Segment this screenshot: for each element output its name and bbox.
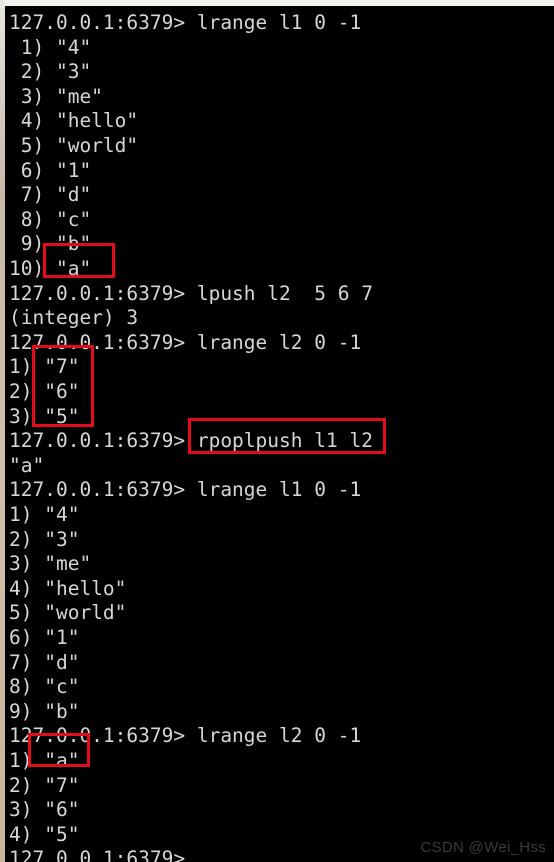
terminal-line: 127.0.0.1:6379> lrange l2 0 -1 xyxy=(9,330,362,354)
terminal-line: 7) "d" xyxy=(9,183,92,207)
terminal-line: 3) "5" xyxy=(9,404,80,428)
terminal-line: 1) "a" xyxy=(9,749,80,772)
terminal-line: 9) "b" xyxy=(9,232,92,256)
terminal-line: 127.0.0.1:6379> lrange l1 0 -1 xyxy=(9,11,362,34)
terminal-line: 2) "7" xyxy=(9,773,80,797)
terminal-line: (integer) 3 xyxy=(9,306,139,330)
terminal-line: 127.0.0.1:6379> lrange l2 0 -1 xyxy=(9,724,362,748)
terminal-line: 8) "c" xyxy=(9,675,80,699)
terminal-line: 2) "3" xyxy=(9,60,92,84)
terminal-line: 2) "6" xyxy=(9,380,80,403)
terminal-line: 6) "1" xyxy=(9,158,92,182)
terminal-line: 127.0.0.1:6379> lpush l2 5 6 7 xyxy=(9,281,373,305)
terminal-line: 1) "4" xyxy=(9,35,92,59)
redis-cli-terminal[interactable]: 127.0.0.1:6379> lrange l1 0 -1 1) "4" 2)… xyxy=(5,6,554,862)
screenshot-root: 127.0.0.1:6379> lrange l1 0 -1 1) "4" 2)… xyxy=(0,0,554,862)
terminal-line: 3) "me" xyxy=(9,84,103,108)
terminal-line: 8) "c" xyxy=(9,207,92,231)
terminal-line: 1) "4" xyxy=(9,503,80,526)
terminal-line: 127.0.0.1:6379> xyxy=(9,847,186,862)
terminal-line: "a" xyxy=(9,453,45,477)
terminal-line: 6) "1" xyxy=(9,626,80,649)
terminal-line: 7) "d" xyxy=(9,650,80,674)
terminal-line: 127.0.0.1:6379> lrange l1 0 -1 xyxy=(9,478,362,502)
terminal-line: 2) "3" xyxy=(9,527,80,551)
terminal-line: 127.0.0.1:6379> rpoplpush l1 l2 xyxy=(9,429,373,453)
csdn-watermark: CSDN @Wei_Hss xyxy=(420,839,546,856)
terminal-line: 3) "6" xyxy=(9,798,80,822)
terminal-line: 3) "me" xyxy=(9,552,92,576)
terminal-line: 10) "a" xyxy=(9,257,92,280)
terminal-line: 4) "5" xyxy=(9,822,80,846)
terminal-line: 1) "7" xyxy=(9,355,80,379)
terminal-line: 4) "hello" xyxy=(9,576,127,600)
terminal-line: 5) "world" xyxy=(9,134,139,157)
terminal-line: 4) "hello" xyxy=(9,109,139,133)
terminal-line: 5) "world" xyxy=(9,601,127,625)
terminal-line: 9) "b" xyxy=(9,699,80,723)
